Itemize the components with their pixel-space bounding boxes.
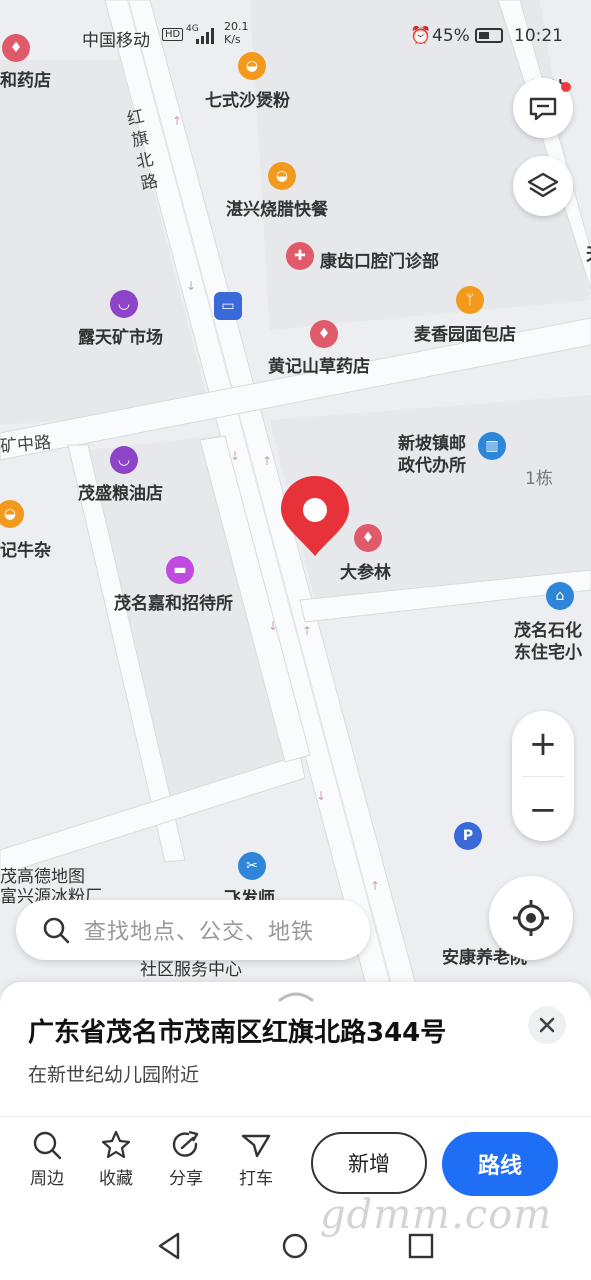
- poi-label[interactable]: 康齿口腔门诊部: [320, 247, 439, 272]
- poi-label[interactable]: 茂盛粮油店: [78, 479, 163, 504]
- building-label: 1栋: [525, 469, 553, 489]
- home-icon[interactable]: [281, 1232, 309, 1260]
- back-icon[interactable]: [156, 1232, 182, 1260]
- bus-stop-icon[interactable]: ▭: [214, 292, 242, 320]
- restaurant-icon[interactable]: ᛘ: [456, 286, 484, 314]
- pharmacy-icon[interactable]: ♦: [354, 524, 382, 552]
- signal-icon: [196, 28, 214, 44]
- svg-text:↑: ↑: [262, 454, 272, 468]
- poi-label[interactable]: 湛兴烧腊快餐: [226, 195, 328, 220]
- watermark: gdmm.com: [320, 1192, 553, 1238]
- layers-icon: [527, 172, 559, 198]
- close-button[interactable]: [528, 1006, 566, 1044]
- notification-dot: [561, 82, 571, 92]
- barber-icon[interactable]: ✂: [238, 852, 266, 880]
- road-label-kuangzhong: 矿中路: [0, 432, 52, 458]
- share-button[interactable]: 分享: [156, 1130, 216, 1189]
- poi-label[interactable]: 黄记山草药店: [268, 352, 370, 377]
- favorite-button[interactable]: 收藏: [86, 1130, 146, 1189]
- svg-text:↑: ↑: [302, 624, 312, 638]
- nearby-label: 周边: [30, 1169, 64, 1189]
- poi-label[interactable]: 七式沙煲粉: [205, 86, 290, 111]
- residential-icon[interactable]: ⌂: [546, 582, 574, 610]
- route-button[interactable]: 路线: [442, 1132, 558, 1196]
- place-address: 广东省茂名市茂南区红旗北路344号: [28, 1018, 447, 1048]
- clock: 10:21: [514, 26, 563, 46]
- poi-label[interactable]: 天: [586, 240, 591, 265]
- zoom-out-button[interactable]: −: [512, 777, 574, 842]
- crosshair-icon: [513, 900, 549, 936]
- hotel-icon[interactable]: ▬: [166, 556, 194, 584]
- add-button[interactable]: 新增: [311, 1132, 427, 1194]
- shop-basket-icon[interactable]: ◡: [110, 290, 138, 318]
- place-nearby: 在新世纪幼儿园附近: [28, 1064, 200, 1086]
- alarm-icon: ⏰: [410, 26, 432, 46]
- search-bar[interactable]: 查找地点、公交、地铁: [16, 900, 370, 960]
- svg-text:↓: ↓: [230, 449, 240, 463]
- parking-icon[interactable]: P: [454, 822, 482, 850]
- poi-label[interactable]: 东住宅小: [514, 638, 582, 663]
- close-icon: [539, 1017, 555, 1033]
- carrier-name: 中国移动: [82, 31, 150, 51]
- zoom-control: + −: [512, 711, 574, 841]
- search-placeholder: 查找地点、公交、地铁: [84, 920, 315, 945]
- layers-button[interactable]: [513, 156, 573, 216]
- food-icon[interactable]: ◒: [268, 162, 296, 190]
- poi-label[interactable]: 麦香园面包店: [414, 320, 516, 345]
- star-icon: [101, 1130, 131, 1159]
- net-speed: 20.1 K/s: [224, 20, 249, 46]
- poi-label[interactable]: 记牛杂: [0, 536, 51, 561]
- favorite-label: 收藏: [99, 1169, 133, 1189]
- tooth-icon[interactable]: ✚: [286, 242, 314, 270]
- search-icon: [43, 917, 70, 944]
- nearby-button[interactable]: 周边: [17, 1130, 77, 1189]
- sheet-handle-icon[interactable]: [276, 990, 316, 1002]
- location-pin-icon[interactable]: [279, 474, 351, 560]
- search-icon: [33, 1131, 62, 1160]
- share-label: 分享: [169, 1169, 203, 1189]
- svg-text:↓: ↓: [268, 619, 278, 633]
- poi-label[interactable]: 露天矿市场: [78, 323, 163, 348]
- taxi-label: 打车: [239, 1169, 273, 1189]
- svg-text:↑: ↑: [370, 879, 380, 893]
- shop-basket-icon[interactable]: ◡: [110, 446, 138, 474]
- share-icon: [172, 1130, 199, 1157]
- pharmacy-icon[interactable]: ♦: [310, 320, 338, 348]
- battery-percent: 45%: [432, 26, 470, 46]
- svg-text:↑: ↑: [172, 114, 182, 128]
- poi-label[interactable]: 政代办所: [398, 451, 466, 476]
- svg-text:↓: ↓: [316, 789, 326, 803]
- zoom-in-button[interactable]: +: [512, 711, 574, 776]
- hd-badge: HD: [162, 28, 184, 41]
- locate-me-button[interactable]: [489, 876, 573, 960]
- poi-label[interactable]: 茂名嘉和招待所: [114, 589, 233, 614]
- poi-label[interactable]: 大参林: [340, 558, 391, 583]
- battery-icon: [475, 28, 503, 43]
- status-bar: 中国移动 HD 4G 20.1 K/s ⏰ 45% 10:21: [0, 0, 591, 72]
- feedback-button[interactable]: [513, 78, 573, 138]
- svg-text:↓: ↓: [186, 279, 196, 293]
- taxi-icon: [241, 1134, 271, 1158]
- message-icon: [529, 97, 557, 121]
- post-office-icon[interactable]: ▥: [478, 432, 506, 460]
- taxi-button[interactable]: 打车: [226, 1130, 286, 1189]
